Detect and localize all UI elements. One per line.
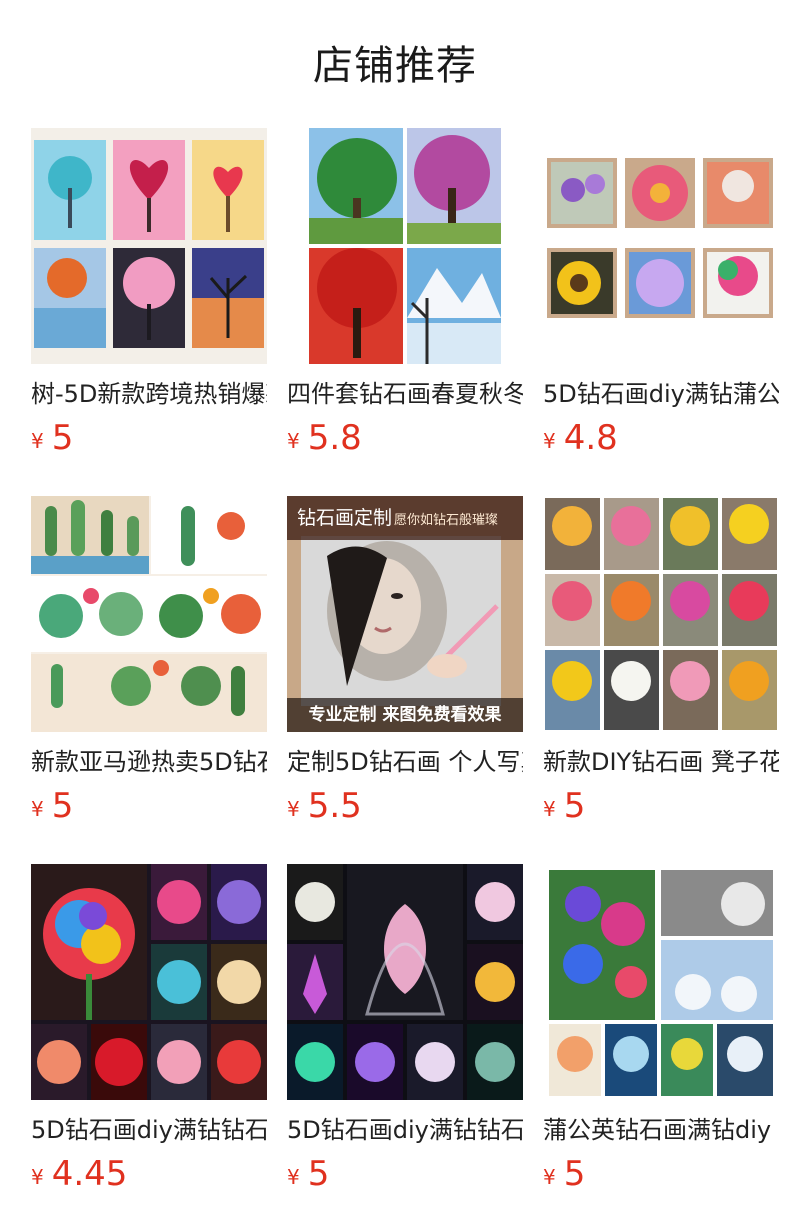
product-name[interactable]: 新款DIY钻石画 凳子花 [543,745,779,779]
product-price: ¥4.8 [543,416,618,460]
price-value: 4.8 [563,418,618,458]
price-value: 5 [563,1154,586,1194]
product-name[interactable]: 四件套钻石画春夏秋冬 [287,377,523,411]
currency-symbol: ¥ [287,1165,300,1189]
product-card[interactable]: 四件套钻石画春夏秋冬 ¥5.8 [287,128,523,468]
currency-symbol: ¥ [543,797,556,821]
product-name[interactable]: 定制5D钻石画 个人写真 [287,745,523,779]
currency-symbol: ¥ [31,797,44,821]
price-value: 4.45 [51,1154,128,1194]
product-card[interactable]: 5D钻石画diy满钻钻石画 ¥5 [287,864,523,1204]
currency-symbol: ¥ [31,429,44,453]
product-name[interactable]: 树-5D新款跨境热销爆款 [31,377,267,411]
product-image[interactable] [543,128,779,364]
product-price: ¥5 [543,1152,585,1196]
custom-banner-headline: 钻石画定制 [297,507,393,529]
product-image[interactable] [287,128,523,364]
product-card[interactable]: 新款DIY钻石画 凳子花 ¥5 [543,496,779,836]
product-name[interactable]: 5D钻石画diy满钻钻石画 [287,1113,523,1147]
price-value: 5 [51,418,74,458]
product-image[interactable] [287,864,523,1100]
product-image[interactable] [543,496,779,732]
product-image[interactable]: 钻石画定制 愿你如钻石般璀璨 专业定制 来图免费看效果 [287,496,523,732]
product-price: ¥4.45 [31,1152,127,1196]
custom-banner-header: 钻石画定制 愿你如钻石般璀璨 [287,496,523,540]
product-name[interactable]: 新款亚马逊热卖5D钻石画 [31,745,267,779]
price-value: 5 [307,1154,330,1194]
product-card[interactable]: 新款亚马逊热卖5D钻石画 ¥5 [31,496,267,836]
product-card[interactable]: 蒲公英钻石画满钻diy ¥5 [543,864,779,1204]
currency-symbol: ¥ [31,1165,44,1189]
currency-symbol: ¥ [287,429,300,453]
currency-symbol: ¥ [543,429,556,453]
custom-banner-footer: 专业定制 来图免费看效果 [287,698,523,732]
product-price: ¥5 [543,784,585,828]
product-name[interactable]: 5D钻石画diy满钻钻石画 [31,1113,267,1147]
product-card[interactable]: 5D钻石画diy满钻蒲公英 ¥4.8 [543,128,779,468]
store-recommendation-page: 店铺推荐 树-5D新款跨境热销爆款 ¥ 5 四件套钻石画春夏秋冬 ¥ 5.8 5… [0,0,790,1232]
product-image[interactable] [31,496,267,732]
product-card[interactable]: 钻石画定制 愿你如钻石般璀璨 专业定制 来图免费看效果 定制5D钻石画 个人写真 … [287,496,523,836]
price-value: 5 [563,786,586,826]
product-price: ¥5 [287,1152,329,1196]
product-price: ¥5.8 [287,416,362,460]
currency-symbol: ¥ [287,797,300,821]
product-price: ¥5.5 [287,784,362,828]
product-name[interactable]: 5D钻石画diy满钻蒲公英 [543,377,779,411]
custom-banner-tagline: 愿你如钻石般璀璨 [394,513,499,528]
product-card[interactable]: 树-5D新款跨境热销爆款 ¥5 [31,128,267,468]
currency-symbol: ¥ [543,1165,556,1189]
product-image[interactable] [31,128,267,364]
price-value: 5 [51,786,74,826]
product-name[interactable]: 蒲公英钻石画满钻diy [543,1113,779,1147]
price-value: 5.8 [307,418,362,458]
product-price: ¥5 [31,784,73,828]
product-price: ¥5 [31,416,73,460]
product-card[interactable]: 5D钻石画diy满钻钻石画 ¥4.45 [31,864,267,1204]
product-image[interactable] [543,864,779,1100]
price-value: 5.5 [307,786,362,826]
product-image[interactable] [31,864,267,1100]
section-title: 店铺推荐 [313,43,477,89]
